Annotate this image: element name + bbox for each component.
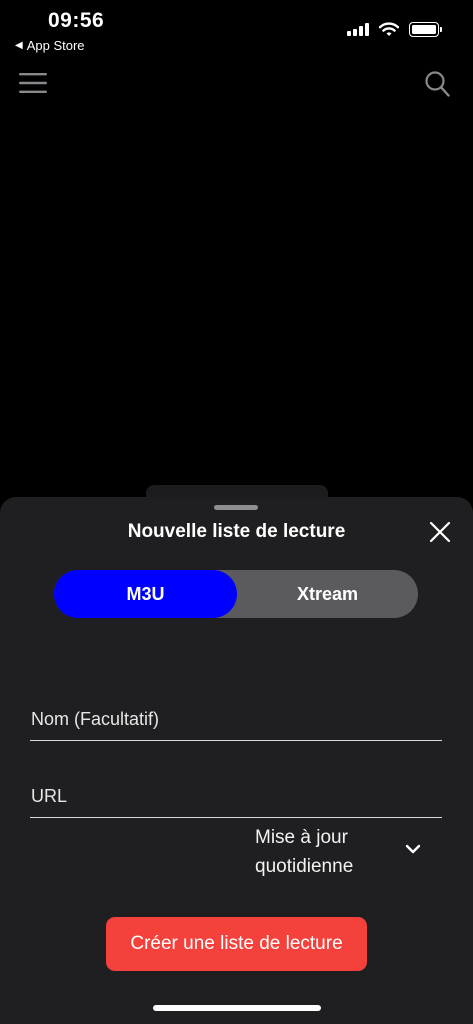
back-to-app-store-link[interactable]: ◀ App Store [15,38,85,53]
sheet-title: Nouvelle liste de lecture [127,521,346,542]
name-field [30,709,442,741]
create-playlist-button[interactable]: Créer une liste de lecture [106,917,367,971]
hamburger-menu-icon[interactable] [19,72,47,94]
battery-icon [409,22,442,37]
close-icon[interactable] [427,519,453,545]
update-schedule-dropdown[interactable]: Mise à jour quotidienne [255,823,445,883]
search-icon[interactable] [424,70,450,98]
segment-m3u[interactable]: M3U [54,570,237,618]
home-indicator[interactable] [153,1005,321,1011]
status-time: 09:56 [48,9,105,32]
url-field [30,786,442,818]
playlist-type-segmented-control: M3U Xtream [54,570,418,618]
url-input[interactable] [30,786,442,817]
chevron-down-icon [405,844,421,854]
name-input[interactable] [30,709,442,740]
sheet-grabber[interactable] [214,505,258,510]
new-playlist-sheet: Nouvelle liste de lecture M3U Xtream Mis… [0,497,473,1024]
segment-xtream[interactable]: Xtream [237,570,418,618]
update-schedule-label: Mise à jour quotidienne [255,827,354,877]
status-icons [347,22,442,37]
wifi-icon [379,22,399,36]
back-app-label: App Store [26,38,85,53]
screen: 09:56 ◀ App Store Nouvelle liste de lect… [0,0,473,1024]
signal-icon [347,23,369,36]
back-triangle-icon: ◀ [15,40,23,51]
